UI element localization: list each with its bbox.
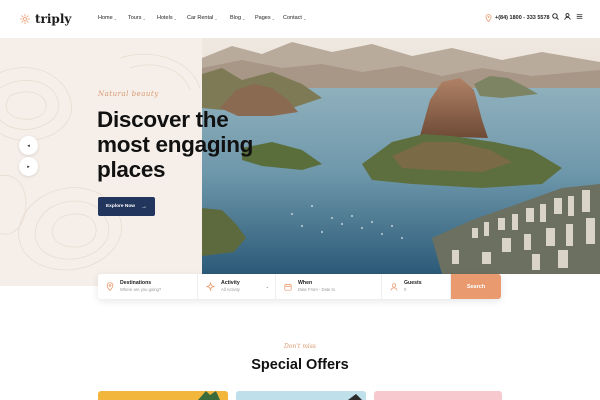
nav-tours[interactable]: Tours ⌄: [128, 15, 157, 21]
chevron-down-icon: ⌄: [113, 15, 118, 21]
nav-label: Pages: [255, 15, 271, 21]
chevron-down-icon: ⌄: [142, 15, 146, 21]
sunglasses-image: [348, 394, 362, 400]
hero-title-line: places: [97, 157, 166, 182]
chevron-left-icon: ◂: [27, 142, 30, 149]
activity-select[interactable]: Activity All Activity ⌄: [198, 274, 276, 299]
location-pin-icon: [106, 282, 114, 291]
chevron-right-icon: ▸: [27, 163, 30, 170]
nav-label: Tours: [128, 15, 142, 21]
chevron-down-icon: ⌄: [265, 284, 269, 289]
destinations-field[interactable]: Destinations Where are you going?: [98, 274, 198, 299]
page: triply Home ⌄ Tours ⌄ Hotels ⌄ Car Rental ⌄ …: [0, 0, 600, 400]
nav-car-rental[interactable]: Car Rental ⌄: [187, 15, 230, 21]
when-text: When Date From - Date to: [298, 280, 335, 293]
main-nav: Home ⌄ Tours ⌄ Hotels ⌄ Car Rental ⌄ Blog ⌄ P…: [98, 15, 313, 21]
when-value: Date From - Date to: [298, 287, 336, 292]
destinations-label: Destinations: [120, 280, 152, 286]
user-icon[interactable]: [564, 13, 571, 20]
logo-icon: [20, 14, 30, 24]
logo-text: triply: [35, 12, 72, 26]
hero-title: Discover the most engaging places: [97, 107, 317, 182]
guests-field[interactable]: Guests 0: [382, 274, 451, 299]
search-icon[interactable]: [552, 13, 559, 20]
hero-title-line: most engaging: [97, 132, 254, 157]
explore-now-button[interactable]: Explore Now →: [98, 197, 155, 216]
activity-value: All Activity: [221, 287, 240, 292]
offer-card[interactable]: [236, 391, 366, 400]
logo[interactable]: triply: [19, 12, 71, 26]
phone-number[interactable]: +(84) 1800 - 333 5578: [485, 14, 550, 22]
chevron-down-icon: ⌄: [302, 15, 307, 21]
guests-label: Guests: [404, 280, 422, 286]
location-pin-icon: [485, 14, 492, 22]
offer-card[interactable]: [98, 391, 228, 400]
offer-card[interactable]: [374, 391, 502, 400]
chevron-down-icon: ⌄: [173, 15, 177, 21]
activity-icon: [206, 282, 215, 291]
chevron-down-icon: ⌄: [214, 15, 218, 21]
palm-leaf-image: [198, 391, 220, 400]
nav-label: Home: [98, 15, 113, 21]
nav-label: Blog: [230, 15, 242, 21]
chevron-down-icon: ⌄: [271, 15, 275, 21]
hero-title-line: Discover the: [97, 107, 229, 132]
guests-value: 0: [404, 287, 407, 292]
nav-blog[interactable]: Blog ⌄: [230, 15, 255, 21]
user-icon: [390, 282, 398, 291]
activity-label: Activity: [221, 280, 240, 286]
activity-text: Activity All Activity: [221, 280, 240, 293]
nav-label: Hotels: [157, 15, 173, 21]
offers-tagline: Don't miss: [283, 343, 317, 350]
arrow-right-icon: →: [141, 203, 148, 210]
search-button[interactable]: Search: [451, 274, 501, 299]
when-label: When: [298, 280, 313, 286]
header-icons: [552, 13, 583, 20]
offers-title: Special Offers: [251, 357, 349, 373]
calendar-icon: [284, 283, 292, 291]
explore-now-label: Explore Now: [105, 204, 136, 209]
guests-text: Guests 0: [404, 280, 422, 293]
chevron-down-icon: ⌄: [242, 15, 246, 21]
nav-hotels[interactable]: Hotels ⌄: [157, 15, 187, 21]
nav-pages[interactable]: Pages ⌄: [255, 15, 283, 21]
site-header: triply Home ⌄ Tours ⌄ Hotels ⌄ Car Rental ⌄ …: [0, 0, 600, 38]
nav-home[interactable]: Home ⌄: [98, 15, 128, 21]
phone-text: +(84) 1800 - 333 5578: [495, 15, 550, 21]
nav-contact[interactable]: Contact ⌄: [283, 15, 313, 21]
slider-prev-button[interactable]: ◂: [19, 136, 38, 155]
search-bar: Destinations Where are you going? Activi…: [98, 274, 501, 299]
destinations-placeholder: Where are you going?: [120, 287, 162, 292]
when-field[interactable]: When Date From - Date to: [276, 274, 382, 299]
nav-label: Car Rental: [187, 15, 214, 21]
slider-next-button[interactable]: ▸: [19, 157, 38, 176]
nav-label: Contact: [283, 15, 302, 21]
destinations-text: Destinations Where are you going?: [120, 280, 161, 293]
hero-tagline: Natural beauty: [98, 90, 159, 98]
menu-icon[interactable]: [576, 13, 583, 20]
